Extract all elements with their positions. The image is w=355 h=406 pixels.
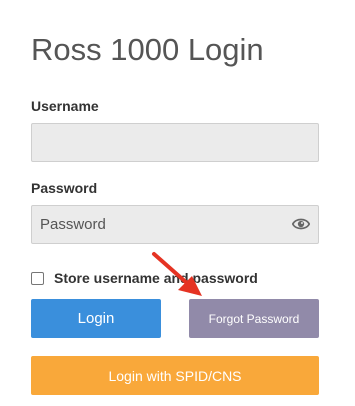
- page-title: Ross 1000 Login: [31, 32, 264, 67]
- username-input[interactable]: [31, 123, 319, 162]
- store-credentials-checkbox[interactable]: [31, 272, 44, 285]
- forgot-password-button[interactable]: Forgot Password: [189, 299, 319, 338]
- store-credentials-label[interactable]: Store username and password: [54, 270, 258, 286]
- password-input[interactable]: [31, 205, 319, 244]
- password-label: Password: [31, 180, 98, 196]
- login-button[interactable]: Login: [31, 299, 161, 338]
- username-label: Username: [31, 98, 99, 114]
- login-page: Ross 1000 Login Username Password Store …: [0, 0, 355, 406]
- eye-icon[interactable]: [292, 216, 310, 232]
- store-credentials-row[interactable]: Store username and password: [31, 270, 258, 286]
- spid-login-button[interactable]: Login with SPID/CNS: [31, 356, 319, 395]
